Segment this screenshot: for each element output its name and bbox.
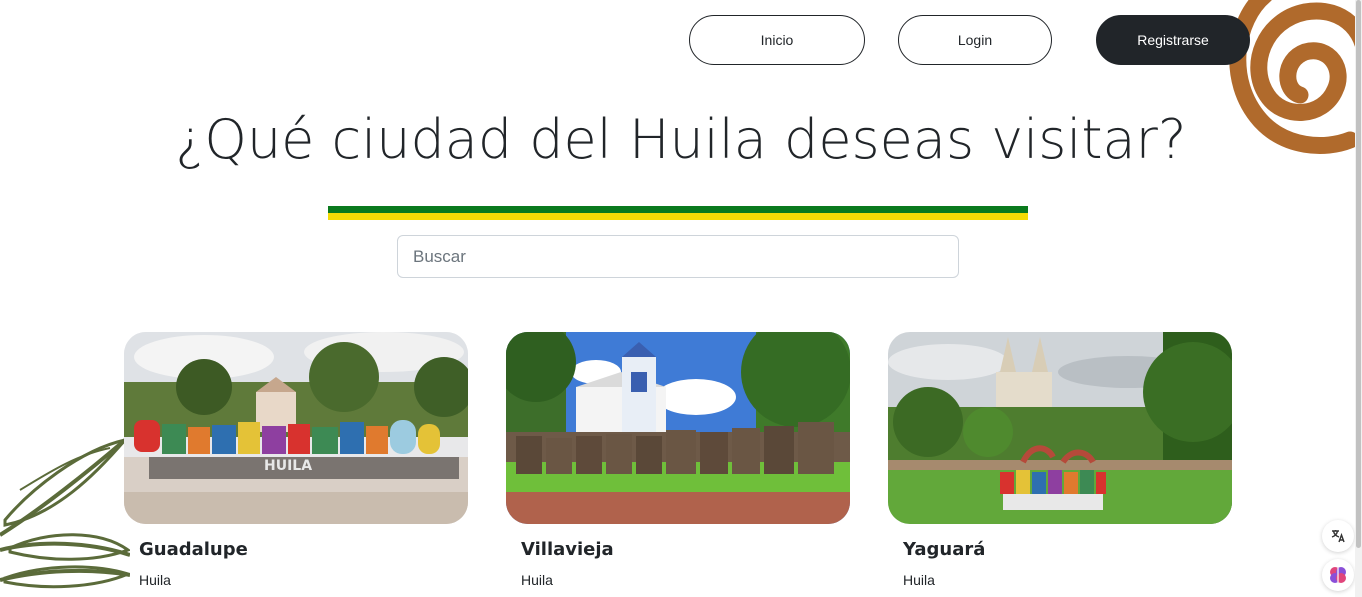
city-card-yaguara[interactable]: Yaguará Huila <box>888 332 1232 588</box>
brain-icon-glyph <box>1330 567 1346 583</box>
register-button-label: Registrarse <box>1137 32 1209 48</box>
city-image-guadalupe: HUILA <box>124 332 468 524</box>
scrollbar-thumb[interactable] <box>1356 0 1361 548</box>
guadalupe-image-text: HUILA <box>264 458 312 474</box>
inicio-button[interactable]: Inicio <box>689 15 865 65</box>
city-image-yaguara <box>888 332 1232 524</box>
city-department: Huila <box>903 572 935 588</box>
flag-divider <box>328 206 1028 220</box>
flag-yellow-stripe <box>328 213 1028 220</box>
leaf-icon <box>0 437 130 589</box>
login-button[interactable]: Login <box>898 15 1052 65</box>
city-department: Huila <box>521 572 553 588</box>
city-department: Huila <box>139 572 171 588</box>
register-button[interactable]: Registrarse <box>1096 15 1250 65</box>
city-image-villavieja <box>506 332 850 524</box>
search-input[interactable] <box>397 235 959 278</box>
city-name: Guadalupe <box>139 539 248 560</box>
city-card-guadalupe[interactable]: HUILA Guadalupe Huila <box>124 332 468 588</box>
flag-green-stripe <box>328 206 1028 213</box>
page-title: ¿Qué ciudad del Huila deseas visitar? <box>175 108 1187 171</box>
login-button-label: Login <box>957 32 993 48</box>
city-name: Yaguará <box>903 539 986 560</box>
city-name: Villavieja <box>521 539 614 560</box>
inicio-button-label: Inicio <box>760 32 794 48</box>
brain-icon[interactable] <box>1322 559 1354 591</box>
translate-icon-glyph <box>1331 530 1345 543</box>
translate-icon[interactable] <box>1322 520 1354 552</box>
page: Inicio Login Registrarse ¿Qué ciudad del… <box>0 0 1362 597</box>
city-card-villavieja[interactable]: Villavieja Huila <box>506 332 850 588</box>
